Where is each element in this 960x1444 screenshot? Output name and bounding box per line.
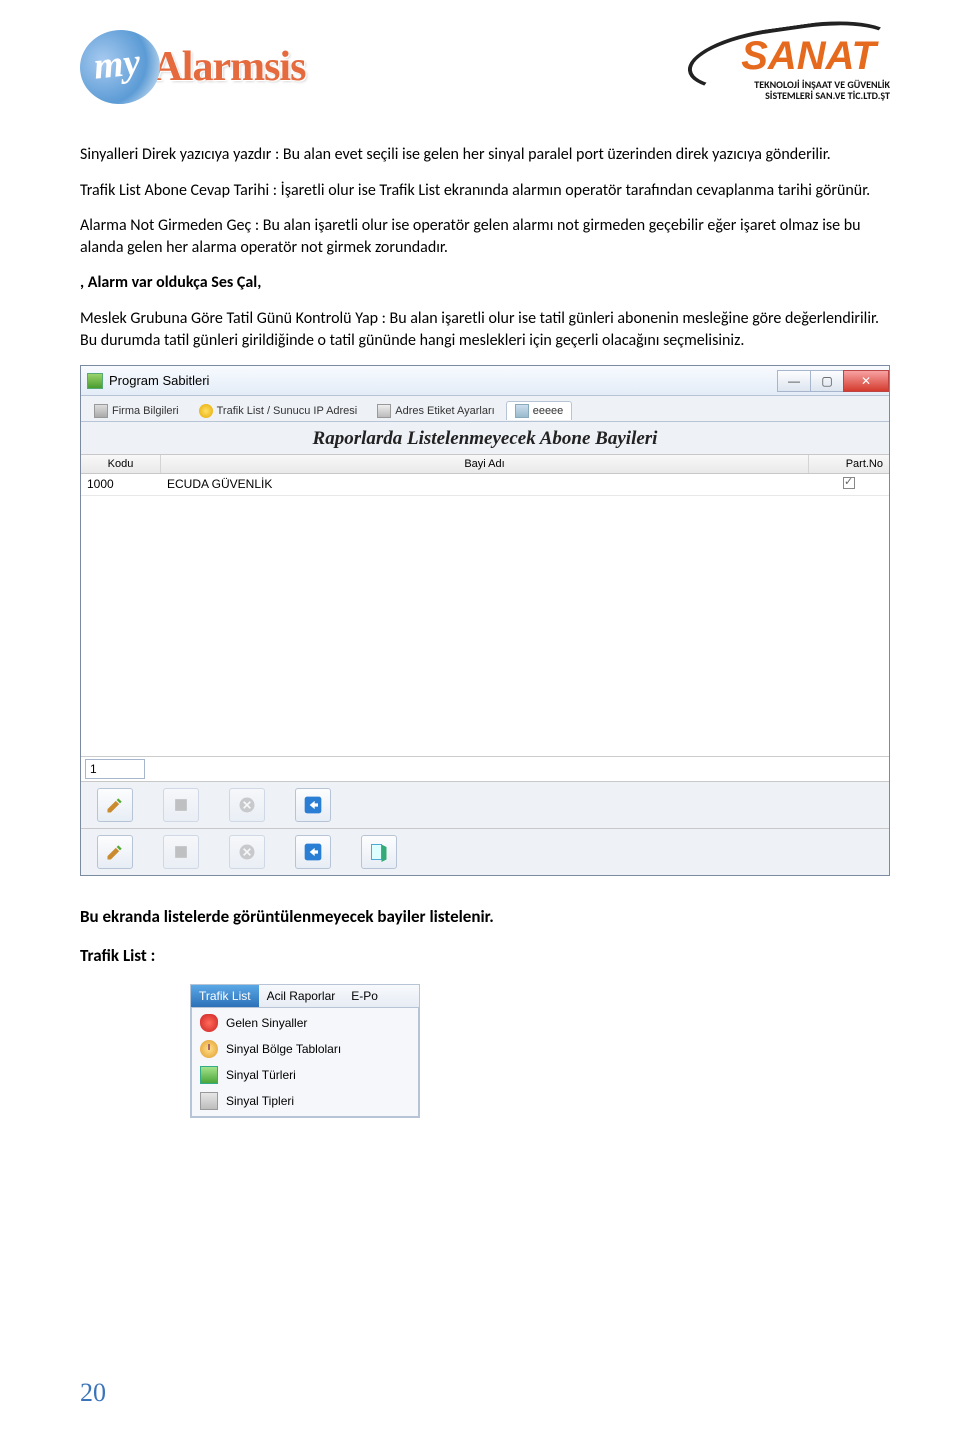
filter-input[interactable]	[85, 759, 145, 779]
col-bayi-adi: Bayi Adı	[161, 455, 809, 473]
col-part-no: Part.No	[809, 455, 889, 473]
label-icon	[377, 404, 391, 418]
logo-alarmsis-text: Alarmsis	[152, 43, 305, 91]
item-label: Sinyal Türleri	[226, 1068, 296, 1082]
menu-epo[interactable]: E-Po	[343, 985, 386, 1007]
panel-heading: Raporlarda Listelenmeyecek Abone Bayiler…	[81, 422, 889, 454]
item-label: Sinyal Bölge Tabloları	[226, 1042, 341, 1056]
checkbox-icon[interactable]	[843, 477, 855, 489]
maximize-button[interactable]: ▢	[810, 370, 844, 392]
grid-icon	[200, 1066, 218, 1084]
tabs: Firma Bilgileri Trafik List / Sunucu IP …	[81, 396, 889, 422]
box-icon	[200, 1092, 218, 1110]
caption-bayiler: Bu ekranda listelerde görüntülenmeyecek …	[80, 906, 890, 927]
tab-label: Trafik List / Sunucu IP Adresi	[217, 405, 358, 417]
logo-alarmsis: my Alarmsis	[80, 30, 305, 104]
cell-kodu: 1000	[81, 474, 161, 495]
logo-sanat-sub2: SİSTEMLERİ SAN.VE TİC.LTD.ŞT	[727, 90, 890, 101]
edit-button[interactable]	[97, 788, 133, 822]
dropdown: Gelen Sinyaller Sinyal Bölge Tabloları S…	[191, 1008, 419, 1117]
col-kodu: Kodu	[81, 455, 161, 473]
tab-firma-bilgileri[interactable]: Firma Bilgileri	[85, 401, 188, 420]
cell-bayi: ECUDA GÜVENLİK	[161, 474, 809, 495]
item-sinyal-bolge[interactable]: Sinyal Bölge Tabloları	[194, 1036, 416, 1062]
stop-button-2[interactable]	[163, 835, 199, 869]
cancel-button[interactable]	[229, 788, 265, 822]
paragraph-3: Alarma Not Girmeden Geç : Bu alan işaret…	[80, 215, 890, 258]
menu-trafik-list: Trafik List Acil Raporlar E-Po Gelen Sin…	[190, 984, 420, 1118]
item-sinyal-tipleri[interactable]: Sinyal Tipleri	[194, 1088, 416, 1114]
paragraph-4: , Alarm var oldukça Ses Çal,	[80, 272, 890, 294]
table-empty-area	[81, 496, 889, 756]
window-icon	[87, 373, 103, 389]
menu-trafik-list[interactable]: Trafik List	[191, 985, 259, 1007]
tab-label: eeeee	[533, 405, 564, 417]
edit-button-2[interactable]	[97, 835, 133, 869]
document-icon	[94, 404, 108, 418]
tab-trafik-list[interactable]: Trafik List / Sunucu IP Adresi	[190, 401, 367, 420]
caption-trafik-list: Trafik List :	[80, 945, 890, 966]
exit-button[interactable]	[361, 835, 397, 869]
cell-part	[809, 474, 889, 495]
bell-icon	[200, 1014, 218, 1032]
item-sinyal-turleri[interactable]: Sinyal Türleri	[194, 1062, 416, 1088]
page-number: 20	[80, 1378, 106, 1408]
sheet-icon	[515, 404, 529, 418]
toolbar-1	[81, 781, 889, 828]
window-program-sabitleri: Program Sabitleri — ▢ ✕ Firma Bilgileri …	[80, 365, 890, 876]
minimize-button[interactable]: —	[777, 370, 811, 392]
tab-label: Firma Bilgileri	[112, 405, 179, 417]
window-title: Program Sabitleri	[109, 373, 209, 388]
menubar: Trafik List Acil Raporlar E-Po	[191, 985, 419, 1008]
tab-adres-etiket[interactable]: Adres Etiket Ayarları	[368, 401, 503, 420]
logo-my: my	[76, 26, 164, 108]
logo-sanat: SANAT TEKNOLOJİ İNŞAAT VE GÜVENLİK SİSTE…	[727, 34, 890, 101]
close-button[interactable]: ✕	[843, 370, 889, 392]
paragraph-2: Trafik List Abone Cevap Tarihi : İşaretl…	[80, 180, 890, 202]
table-header: Kodu Bayi Adı Part.No	[81, 454, 889, 474]
stop-button[interactable]	[163, 788, 199, 822]
item-label: Sinyal Tipleri	[226, 1094, 294, 1108]
logo-header: my Alarmsis SANAT TEKNOLOJİ İNŞAAT VE GÜ…	[80, 30, 890, 104]
paragraph-5: Meslek Grubuna Göre Tatil Günü Kontrolü …	[80, 308, 890, 351]
bell-icon	[199, 404, 213, 418]
logo-sanat-text: SANAT	[727, 34, 890, 79]
titlebar: Program Sabitleri — ▢ ✕	[81, 366, 889, 396]
paragraph-1: Sinyalleri Direk yazıcıya yazdır : Bu al…	[80, 144, 890, 166]
item-label: Gelen Sinyaller	[226, 1016, 307, 1030]
item-gelen-sinyaller[interactable]: Gelen Sinyaller	[194, 1010, 416, 1036]
menu-acil-raporlar[interactable]: Acil Raporlar	[259, 985, 344, 1007]
filter-row	[81, 756, 889, 781]
clock-icon	[200, 1040, 218, 1058]
tab-eeeee[interactable]: eeeee	[506, 401, 573, 420]
undo-button[interactable]	[295, 788, 331, 822]
toolbar-2	[81, 828, 889, 875]
tab-label: Adres Etiket Ayarları	[395, 405, 494, 417]
table-row[interactable]: 1000 ECUDA GÜVENLİK	[81, 474, 889, 496]
cancel-button-2[interactable]	[229, 835, 265, 869]
logo-sanat-sub1: TEKNOLOJİ İNŞAAT VE GÜVENLİK	[727, 79, 890, 90]
undo-button-2[interactable]	[295, 835, 331, 869]
